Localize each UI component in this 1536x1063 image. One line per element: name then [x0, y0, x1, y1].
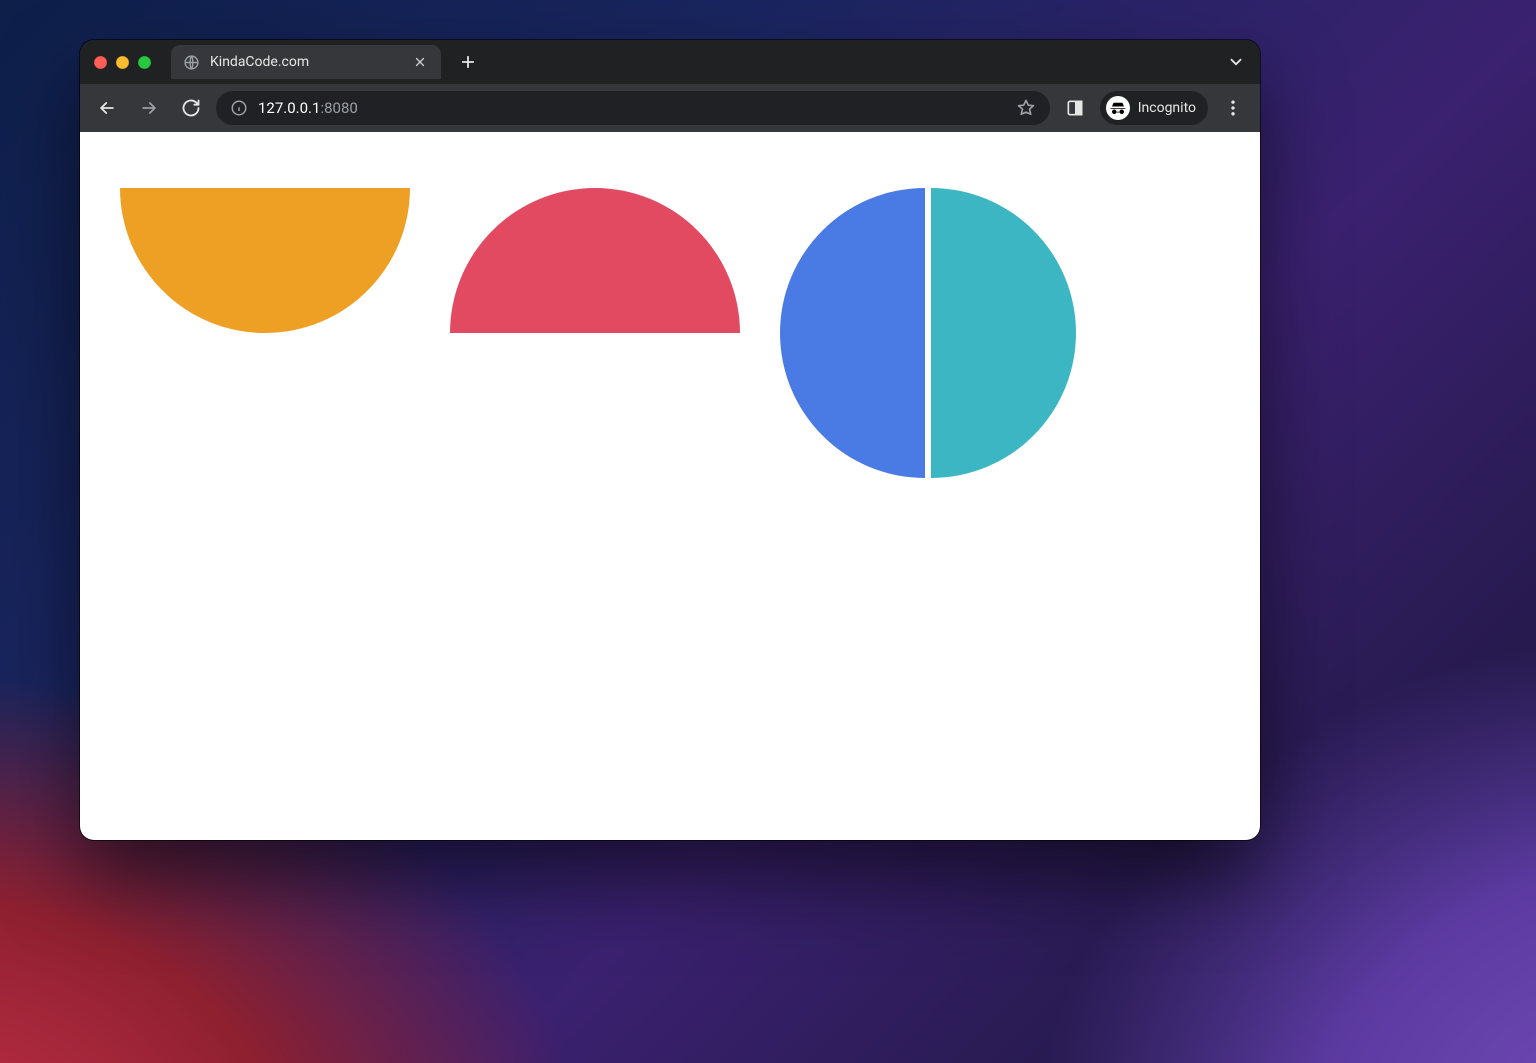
- tabs-dropdown-button[interactable]: [1222, 48, 1250, 76]
- back-button[interactable]: [90, 91, 124, 125]
- incognito-label: Incognito: [1138, 100, 1196, 116]
- incognito-icon: [1106, 96, 1130, 120]
- desktop-wallpaper: KindaCode.com: [0, 0, 1536, 1063]
- address-text: 127.0.0.1:8080: [258, 99, 358, 117]
- half-circle-bottom: [120, 188, 410, 333]
- window-minimize-button[interactable]: [116, 56, 129, 69]
- browser-menu-button[interactable]: [1216, 91, 1250, 125]
- incognito-indicator[interactable]: Incognito: [1100, 91, 1208, 125]
- bookmark-star-icon[interactable]: [1016, 98, 1036, 118]
- site-info-icon[interactable]: [230, 99, 248, 117]
- half-circle-demo: [120, 188, 1220, 478]
- browser-window: KindaCode.com: [80, 40, 1260, 840]
- window-close-button[interactable]: [94, 56, 107, 69]
- window-controls: [94, 56, 151, 69]
- new-tab-button[interactable]: [453, 47, 483, 77]
- tab-title: KindaCode.com: [210, 54, 401, 70]
- tab-strip: KindaCode.com: [80, 40, 1260, 84]
- half-circle-pair: [780, 188, 1076, 478]
- address-host: 127.0.0.1: [258, 99, 320, 117]
- half-circle-top: [450, 188, 740, 333]
- address-bar[interactable]: 127.0.0.1:8080: [216, 91, 1050, 125]
- toolbar: 127.0.0.1:8080 Incognito: [80, 84, 1260, 132]
- half-circle-right: [931, 188, 1076, 478]
- close-tab-button[interactable]: [411, 53, 429, 71]
- address-port: :8080: [320, 99, 357, 117]
- globe-icon: [183, 54, 200, 71]
- browser-tab[interactable]: KindaCode.com: [171, 45, 441, 79]
- reload-button[interactable]: [174, 91, 208, 125]
- half-circle-left: [780, 188, 925, 478]
- side-panel-button[interactable]: [1058, 91, 1092, 125]
- forward-button[interactable]: [132, 91, 166, 125]
- window-maximize-button[interactable]: [138, 56, 151, 69]
- page-content: [80, 132, 1260, 840]
